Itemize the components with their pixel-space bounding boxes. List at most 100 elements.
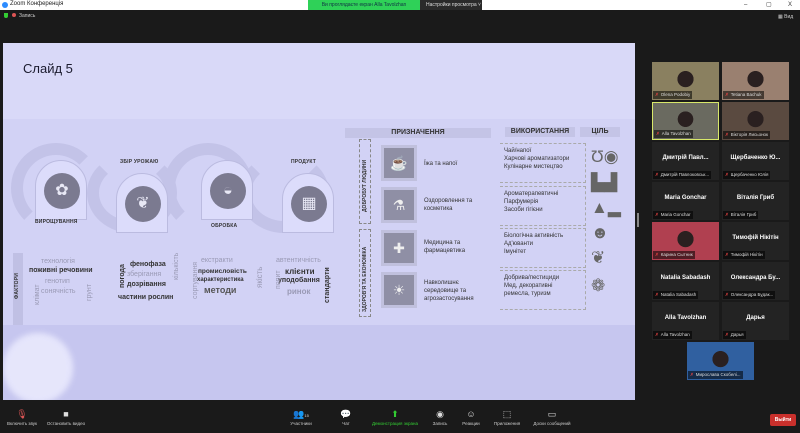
word: ринок bbox=[287, 287, 311, 296]
participant-tile[interactable]: Maria Gonchar ✗ Maria Gonchar bbox=[652, 182, 719, 220]
word: сонячність bbox=[41, 288, 76, 295]
muted-mic-icon: ✗ bbox=[655, 212, 659, 217]
participant-caption-text: Tetiana Bachuk bbox=[730, 92, 762, 97]
participant-tile[interactable]: Щербаченко Ю... ✗ Щербаченко Юлія bbox=[722, 142, 789, 180]
factors-label: ФАКТОРИ bbox=[14, 272, 20, 299]
panel-resize-handle[interactable] bbox=[637, 213, 639, 227]
purpose-text: Медицина та фармацевтика bbox=[424, 240, 466, 254]
whiteboards-button[interactable]: ▭ Доски сообщений bbox=[528, 408, 576, 426]
usage-box: Добрива/пестициди Мед, декоративні ремесла… bbox=[500, 270, 586, 310]
chat-button[interactable]: 💬 Чат bbox=[336, 408, 356, 426]
reactions-button[interactable]: ☺ Реакции bbox=[458, 408, 484, 426]
participant-tile[interactable]: Тимофій Нікітін ✗ Тимофій Нікітін bbox=[722, 222, 789, 260]
view-label: Вид bbox=[784, 14, 794, 20]
cosmetics-icon: ⚗ bbox=[381, 187, 417, 223]
header-usage: ВИКОРИСТАННЯ bbox=[505, 127, 575, 137]
purpose-text: Навколишнє середовище та агрозастосуванн… bbox=[424, 280, 474, 302]
word: стандарти bbox=[324, 267, 331, 303]
usage-item: Імунітет bbox=[504, 249, 527, 255]
word: автентичність bbox=[276, 257, 321, 264]
mortar-icon: ◒ bbox=[210, 173, 246, 209]
participants-button[interactable]: 👥15 Участники bbox=[286, 408, 316, 426]
smell-bath-icon: ▲▂ bbox=[591, 198, 621, 217]
participant-caption-text: Щербаченко Юлія bbox=[730, 172, 769, 177]
share-screen-button[interactable]: ⬆ Демонстрация экрана bbox=[366, 408, 424, 426]
usage-item: Мед, декоративні bbox=[504, 283, 553, 289]
apps-button[interactable]: ⬚ Приложения bbox=[490, 408, 524, 426]
wreath-honey-icon: ❁ bbox=[591, 276, 606, 295]
participant-tile[interactable]: Alla Tavolzhan ✗ Alla Tavolzhan bbox=[652, 302, 719, 340]
participant-name: Alla Tavolzhan bbox=[664, 315, 707, 321]
participant-caption-text: Віталія Гриб bbox=[730, 212, 757, 217]
participant-caption-text: Карина Сытник bbox=[660, 252, 693, 257]
whiteboards-label: Доски сообщений bbox=[533, 421, 571, 426]
usage-box: Чай/напої Харчові ароматизатори Кулінарне … bbox=[500, 143, 586, 183]
reactions-icon: ☺ bbox=[466, 409, 476, 419]
participant-caption: ✗ Щербаченко Юлія bbox=[723, 171, 771, 179]
leave-button[interactable]: Выйти bbox=[770, 414, 796, 426]
participant-name: Дмитрій Павл... bbox=[662, 155, 709, 161]
close-button[interactable]: X bbox=[788, 0, 792, 10]
participant-tile[interactable]: ✗ Карина Сытник bbox=[652, 222, 719, 260]
record-icon bbox=[12, 13, 16, 17]
participant-tile[interactable]: Віталія Гриб ✗ Віталія Гриб bbox=[722, 182, 789, 220]
participant-tile[interactable]: Дмитрій Павл... ✗ Дмитрій Павлоковськ... bbox=[652, 142, 719, 180]
participant-caption: ✗ Віталія Гриб bbox=[723, 211, 759, 219]
share-banner: Ви проглядаєте екран Alla Tavolzhan bbox=[308, 0, 420, 10]
food-drink-icon: ☕ bbox=[381, 145, 417, 181]
cloud-decoration bbox=[3, 333, 73, 400]
unmute-button[interactable]: 🎙 Включить звук bbox=[4, 408, 40, 426]
participant-tile[interactable]: Дарья ✗ Дарья bbox=[722, 302, 789, 340]
participant-tile[interactable]: ✗ Olena Podobiy bbox=[652, 62, 719, 100]
recording-indicator[interactable]: Запись bbox=[12, 13, 35, 19]
stage-label: ПРОДУКТ bbox=[291, 159, 317, 165]
participant-name: Щербаченко Ю... bbox=[730, 155, 781, 161]
camera-icon: ■ bbox=[63, 409, 69, 419]
bottom-band bbox=[3, 325, 635, 400]
stage-label: ВИРОЩУВАННЯ bbox=[35, 219, 78, 225]
participant-tile[interactable]: ✗ Мирослава Скобелі... bbox=[687, 342, 754, 380]
restore-button[interactable]: ▢ bbox=[766, 0, 772, 10]
participant-tile[interactable]: Natalia Sabadash ✗ Natalia Sabadash bbox=[652, 262, 719, 300]
participant-tile[interactable]: ✗ Alla Tavolzhan bbox=[652, 102, 719, 140]
environment-icon: ☀ bbox=[381, 272, 417, 308]
record-icon: ◉ bbox=[436, 409, 444, 419]
usage-item: Чай/напої bbox=[504, 148, 532, 154]
whiteboard-icon: ▭ bbox=[547, 409, 557, 419]
stop-video-button[interactable]: ■ Остановить видео bbox=[44, 408, 88, 426]
muted-mic-icon: ✗ bbox=[725, 332, 729, 337]
brain-icon: ☻ bbox=[591, 223, 609, 242]
participant-name: Олександра Бу... bbox=[730, 275, 781, 281]
view-button[interactable]: ▦ Вид bbox=[778, 14, 793, 20]
security-shield-icon[interactable] bbox=[4, 13, 8, 18]
participant-tile[interactable]: ✗ Tetiana Bachuk bbox=[722, 62, 789, 100]
muted-mic-icon: ✗ bbox=[655, 292, 659, 297]
participant-caption-text: Alla Tavolzhan bbox=[660, 332, 690, 337]
word: погода bbox=[119, 264, 126, 288]
participant-tile[interactable]: Олександра Бу... ✗ Олександра Будак... bbox=[722, 262, 789, 300]
word: дозрівання bbox=[127, 281, 166, 288]
participants-count: 15 bbox=[304, 413, 309, 418]
muted-mic-icon: ✗ bbox=[725, 252, 729, 257]
word: характеристика bbox=[197, 277, 244, 283]
participant-caption: ✗ Alla Tavolzhan bbox=[654, 130, 693, 138]
participant-tile[interactable]: ✗ Вікторія Лисьонок bbox=[722, 102, 789, 140]
view-options-button[interactable]: Настройки просмотра ˅ bbox=[420, 0, 482, 10]
word: частини рослин bbox=[118, 294, 174, 301]
word: зберігання bbox=[127, 271, 162, 278]
word: клієнти bbox=[285, 267, 315, 276]
usage-item: Ароматерапевтичні bbox=[504, 191, 559, 197]
record-button[interactable]: ◉ Запись bbox=[428, 408, 452, 426]
muted-mic-icon: ✗ bbox=[655, 332, 659, 337]
participant-caption: ✗ Дарья bbox=[723, 331, 746, 339]
participant-caption-text: Дарья bbox=[730, 332, 744, 337]
word: промисловість bbox=[198, 268, 247, 275]
participant-caption-text: Олександра Будак... bbox=[730, 292, 774, 297]
muted-mic-icon: ✗ bbox=[655, 92, 659, 97]
word: клімат bbox=[34, 284, 41, 305]
word: фенофаза bbox=[130, 261, 166, 268]
branch-icon: ❦ bbox=[125, 186, 161, 222]
minimize-button[interactable]: – bbox=[744, 0, 747, 10]
word: генотип bbox=[45, 278, 70, 285]
group-label: ДОБРОБУТ ЛЮДИНИ bbox=[362, 159, 368, 212]
